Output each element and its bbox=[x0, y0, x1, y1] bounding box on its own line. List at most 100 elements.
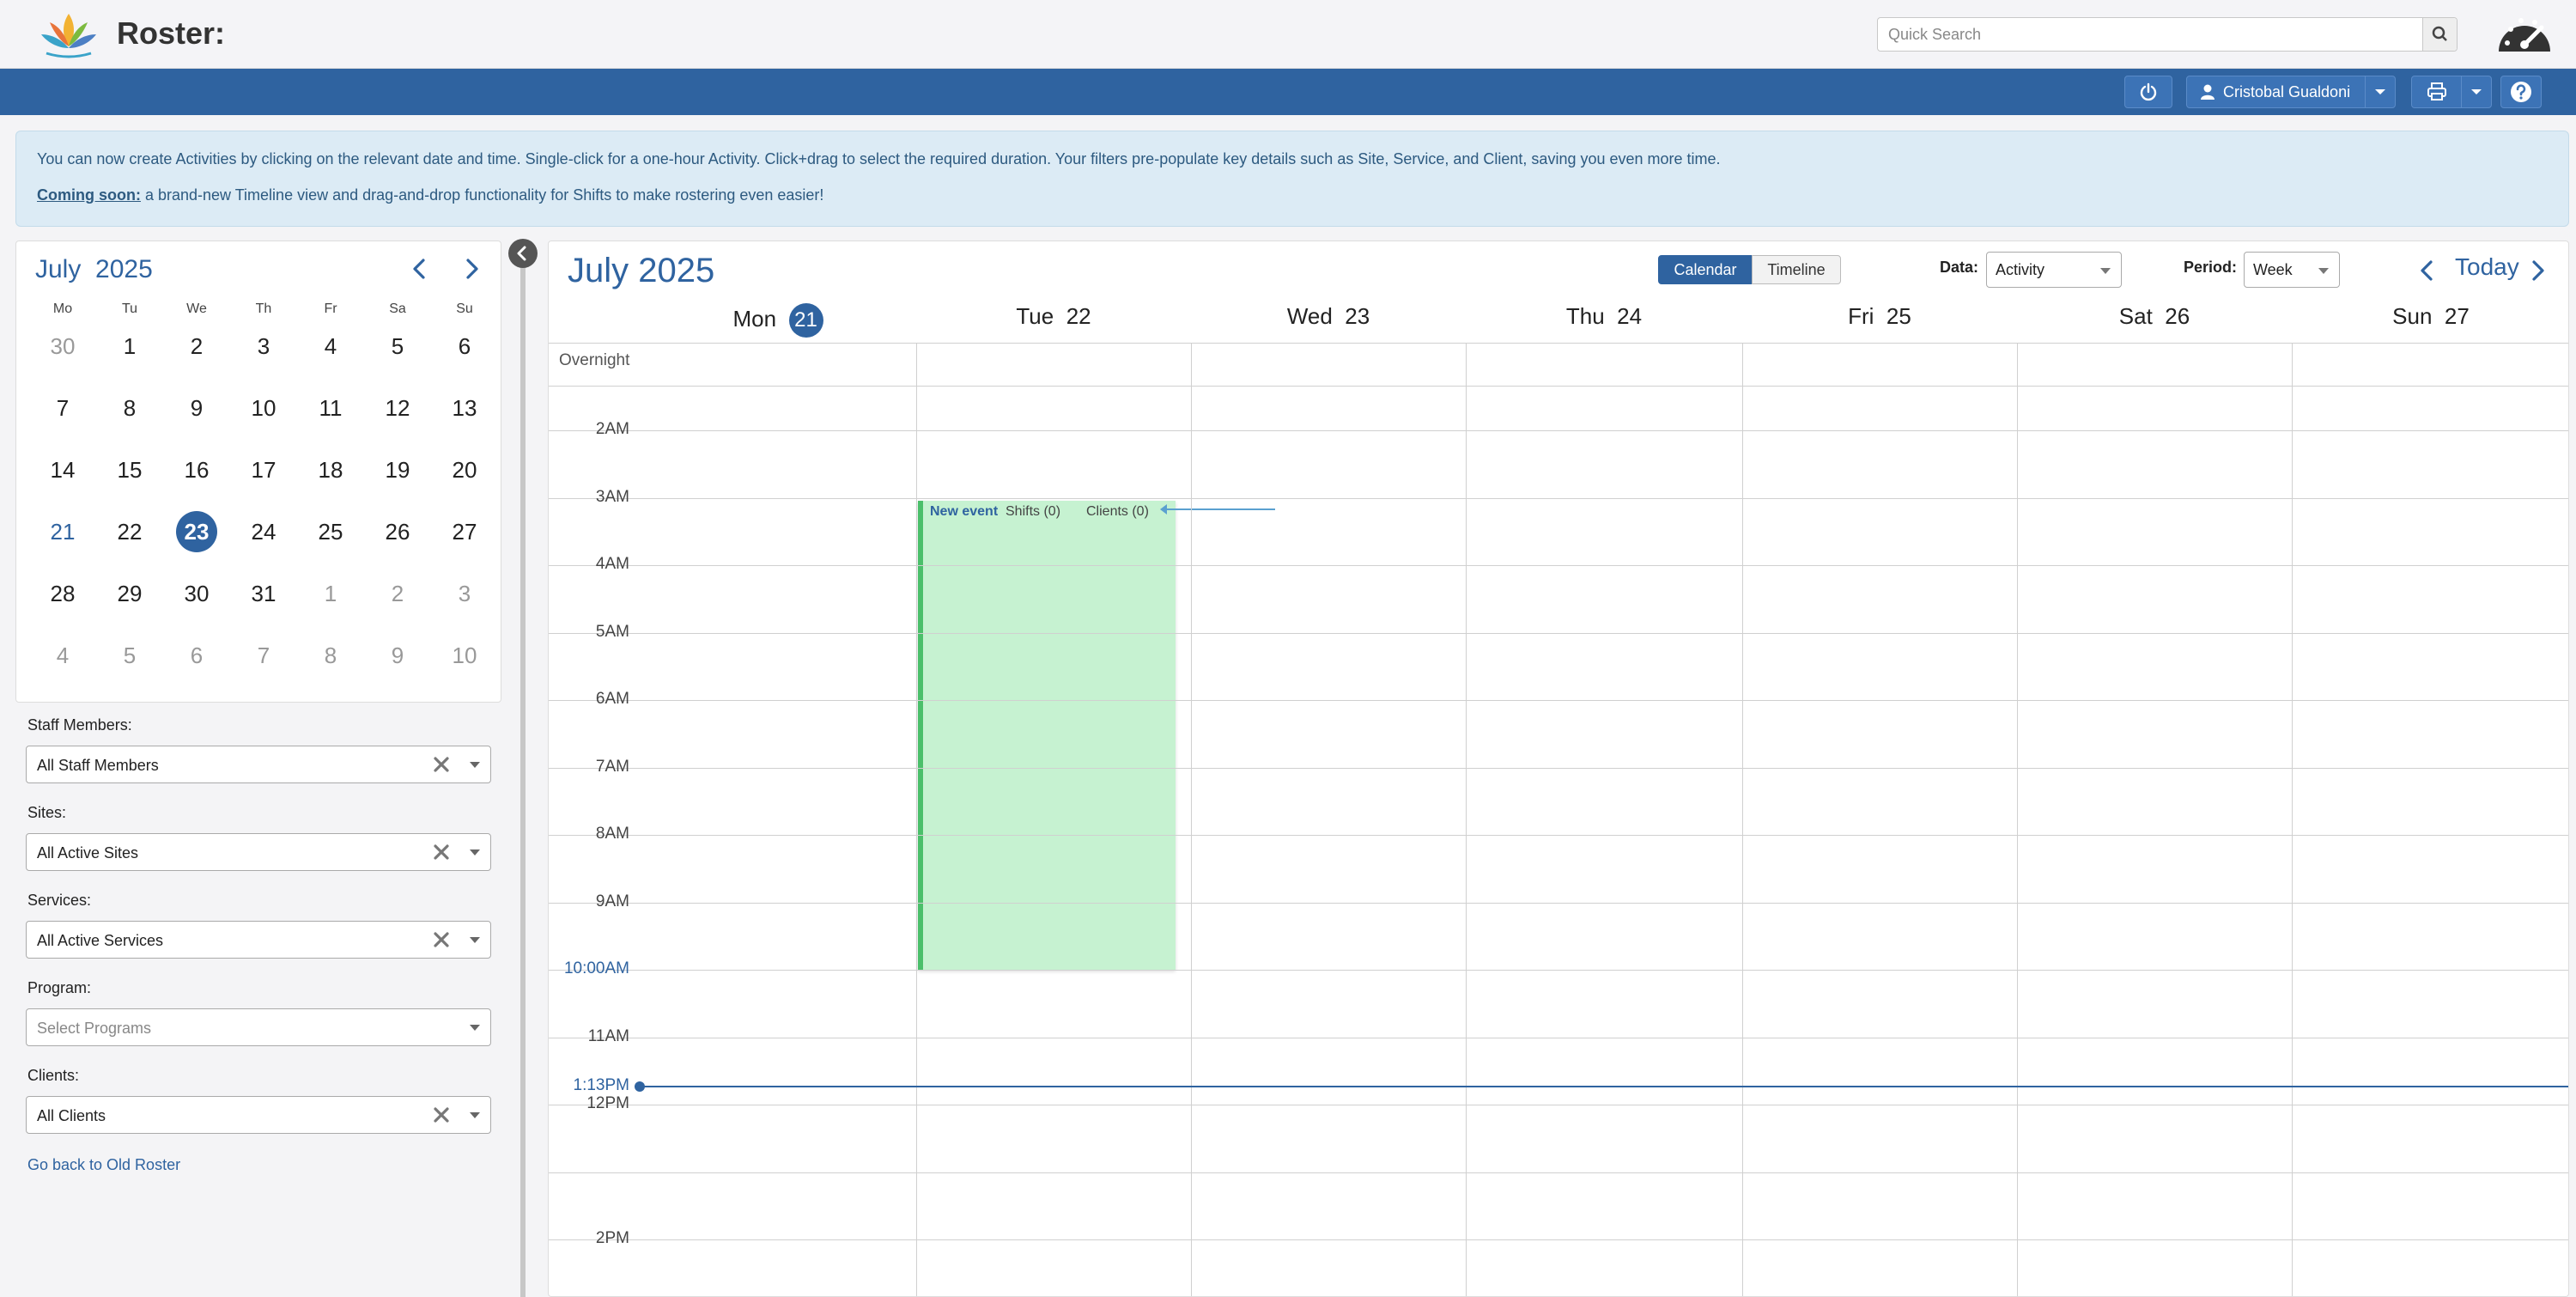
filter-select[interactable]: All Active Sites bbox=[26, 833, 491, 871]
user-menu-dropdown[interactable] bbox=[2365, 76, 2396, 108]
mini-calendar-day[interactable]: 10 bbox=[238, 387, 289, 429]
mini-calendar-day[interactable]: 7 bbox=[37, 387, 88, 429]
mini-calendar-day[interactable]: 18 bbox=[305, 449, 356, 490]
clear-icon[interactable] bbox=[432, 755, 451, 774]
mini-calendar-day[interactable]: 14 bbox=[37, 449, 88, 490]
day-header[interactable]: Sun 27 bbox=[2292, 303, 2568, 330]
time-grid[interactable]: Overnight New event Shifts (0) Clients (… bbox=[549, 343, 2568, 1296]
mini-calendar-day[interactable]: 8 bbox=[104, 387, 155, 429]
mini-calendar-prev-icon[interactable] bbox=[404, 253, 435, 284]
mini-calendar-day[interactable]: 12 bbox=[372, 387, 423, 429]
mini-calendar-day[interactable]: 31 bbox=[238, 573, 289, 614]
mini-calendar-day[interactable]: 4 bbox=[37, 635, 88, 676]
mini-calendar-day[interactable]: 19 bbox=[372, 449, 423, 490]
day-header[interactable]: Wed 23 bbox=[1191, 303, 1466, 330]
weekday-label: We bbox=[186, 301, 207, 316]
mini-calendar-day[interactable]: 3 bbox=[439, 573, 490, 614]
mini-calendar-day[interactable]: 25 bbox=[305, 511, 356, 552]
next-week-icon[interactable] bbox=[2525, 255, 2551, 286]
mini-calendar-day[interactable]: 29 bbox=[104, 573, 155, 614]
filter-select[interactable]: All Clients bbox=[26, 1096, 491, 1134]
quick-search-input[interactable] bbox=[1878, 18, 2424, 51]
user-menu-button[interactable]: Cristobal Gualdoni bbox=[2186, 76, 2377, 108]
hour-label: 12PM bbox=[586, 1094, 629, 1112]
prev-week-icon[interactable] bbox=[2414, 255, 2439, 286]
filter-select[interactable]: Select Programs bbox=[26, 1008, 491, 1046]
mini-calendar-next-icon[interactable] bbox=[456, 253, 487, 284]
day-column-divider bbox=[916, 343, 917, 1296]
grid-top-line bbox=[549, 343, 2568, 344]
clear-icon[interactable] bbox=[432, 1105, 451, 1124]
hour-label: 11AM bbox=[587, 1027, 629, 1045]
coming-soon-link[interactable]: Coming soon: bbox=[37, 186, 141, 204]
hour-line bbox=[549, 498, 2568, 499]
day-header[interactable]: Fri 25 bbox=[1742, 303, 2017, 330]
mini-calendar-day[interactable]: 2 bbox=[372, 573, 423, 614]
mini-calendar-day[interactable]: 5 bbox=[104, 635, 155, 676]
today-button[interactable]: Today bbox=[2455, 253, 2519, 281]
mini-calendar-day[interactable]: 6 bbox=[439, 326, 490, 367]
weekday-label: Fr bbox=[324, 301, 337, 316]
mini-calendar-day[interactable]: 2 bbox=[171, 326, 222, 367]
mini-calendar-day[interactable]: 16 bbox=[171, 449, 222, 490]
help-button[interactable] bbox=[2500, 76, 2542, 108]
caret-down-icon bbox=[2318, 268, 2329, 274]
filter-select[interactable]: All Staff Members bbox=[26, 746, 491, 783]
mini-calendar-day[interactable]: 28 bbox=[37, 573, 88, 614]
day-header[interactable]: Thu 24 bbox=[1466, 303, 1742, 330]
clear-icon[interactable] bbox=[432, 930, 451, 949]
mini-calendar-day[interactable]: 7 bbox=[238, 635, 289, 676]
filter-select[interactable]: All Active Services bbox=[26, 921, 491, 959]
panel-divider[interactable] bbox=[520, 241, 526, 1297]
mini-calendar-day[interactable]: 30 bbox=[171, 573, 222, 614]
print-button[interactable] bbox=[2411, 76, 2463, 108]
mini-calendar-day[interactable]: 30 bbox=[37, 326, 88, 367]
clear-icon[interactable] bbox=[432, 843, 451, 862]
mini-calendar-day[interactable]: 11 bbox=[305, 387, 356, 429]
mini-calendar-day[interactable]: 10 bbox=[439, 635, 490, 676]
view-timeline-button[interactable]: Timeline bbox=[1752, 255, 1841, 284]
mini-calendar-day[interactable]: 8 bbox=[305, 635, 356, 676]
weekday-label: Mo bbox=[52, 301, 73, 316]
mini-calendar-day[interactable]: 13 bbox=[439, 387, 490, 429]
day-header[interactable]: Sat 26 bbox=[2017, 303, 2292, 330]
day-name: Wed bbox=[1286, 303, 1333, 329]
logout-button[interactable] bbox=[2124, 76, 2172, 108]
caret-down-icon bbox=[2100, 268, 2111, 274]
mini-calendar-day[interactable]: 15 bbox=[104, 449, 155, 490]
banner-line-2: Coming soon: a brand-new Timeline view a… bbox=[37, 186, 823, 204]
mini-calendar-day[interactable]: 5 bbox=[372, 326, 423, 367]
overnight-label: Overnight bbox=[559, 351, 630, 369]
filter-label: Staff Members: bbox=[27, 716, 132, 734]
mini-calendar-day[interactable]: 3 bbox=[238, 326, 289, 367]
day-header[interactable]: Tue 22 bbox=[916, 303, 1191, 330]
mini-calendar-day[interactable]: 9 bbox=[171, 387, 222, 429]
mini-calendar-day[interactable]: 20 bbox=[439, 449, 490, 490]
hour-label: 10:00AM bbox=[563, 959, 629, 977]
mini-calendar-day[interactable]: 1 bbox=[104, 326, 155, 367]
mini-calendar-day[interactable]: 23 bbox=[171, 511, 222, 552]
data-label: Data: bbox=[1940, 259, 1979, 276]
mini-calendar-day[interactable]: 4 bbox=[305, 326, 356, 367]
mini-calendar-day[interactable]: 1 bbox=[305, 573, 356, 614]
data-select[interactable]: Activity bbox=[1986, 252, 2122, 288]
mini-calendar-day[interactable]: 26 bbox=[372, 511, 423, 552]
caret-down-icon bbox=[2375, 89, 2385, 94]
mini-calendar-day[interactable]: 17 bbox=[238, 449, 289, 490]
print-dropdown[interactable] bbox=[2461, 76, 2492, 108]
new-event[interactable]: New event Shifts (0) Clients (0) bbox=[918, 501, 1176, 970]
collapse-sidebar-button[interactable] bbox=[508, 239, 538, 268]
mini-calendar-day[interactable]: 21 bbox=[37, 511, 88, 552]
mini-calendar-day[interactable]: 22 bbox=[104, 511, 155, 552]
hour-line bbox=[549, 633, 2568, 634]
period-select[interactable]: Week bbox=[2244, 252, 2340, 288]
mini-calendar-day[interactable]: 24 bbox=[238, 511, 289, 552]
mini-calendar-day[interactable]: 9 bbox=[372, 635, 423, 676]
old-roster-link[interactable]: Go back to Old Roster bbox=[27, 1156, 180, 1174]
search-button[interactable] bbox=[2422, 18, 2457, 51]
mini-calendar-day[interactable]: 6 bbox=[171, 635, 222, 676]
dashboard-gauge-icon[interactable] bbox=[2495, 9, 2554, 60]
mini-calendar-day[interactable]: 27 bbox=[439, 511, 490, 552]
day-header[interactable]: Mon 21 bbox=[640, 303, 916, 338]
view-calendar-button[interactable]: Calendar bbox=[1658, 255, 1753, 284]
